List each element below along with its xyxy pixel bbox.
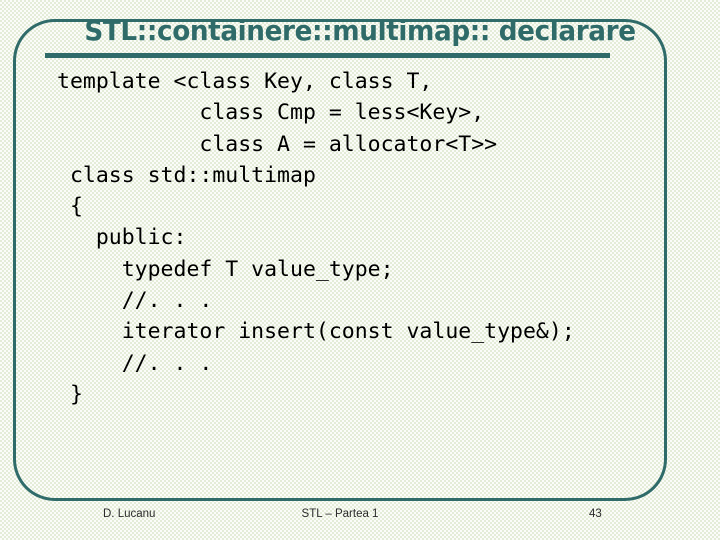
page-title: STL::containere::multimap:: declarare: [84, 15, 636, 47]
code-line: iterator insert(const value_type&);: [57, 319, 575, 345]
slide-footer: D. Lucanu STL – Partea 1 43: [13, 505, 667, 531]
title-underline-divider: [45, 53, 610, 58]
code-line: typedef T value_type;: [57, 256, 394, 282]
code-line: class Cmp = less<Key>,: [57, 100, 485, 126]
code-line: //. . .: [57, 350, 213, 376]
code-line: class std::multimap: [57, 162, 316, 188]
code-line: public:: [57, 225, 187, 251]
footer-subject: STL – Partea 1: [301, 508, 379, 520]
code-line: //. . .: [57, 288, 213, 314]
code-line: template <class Key, class T,: [57, 69, 433, 94]
code-block: template <class Key, class T, class Cmp …: [57, 66, 712, 410]
code-line: class A = allocator<T>>: [57, 131, 498, 157]
code-line: {: [57, 194, 83, 220]
code-line: }: [57, 381, 83, 407]
footer-page-number: 43: [589, 508, 602, 520]
footer-author: D. Lucanu: [103, 508, 156, 520]
